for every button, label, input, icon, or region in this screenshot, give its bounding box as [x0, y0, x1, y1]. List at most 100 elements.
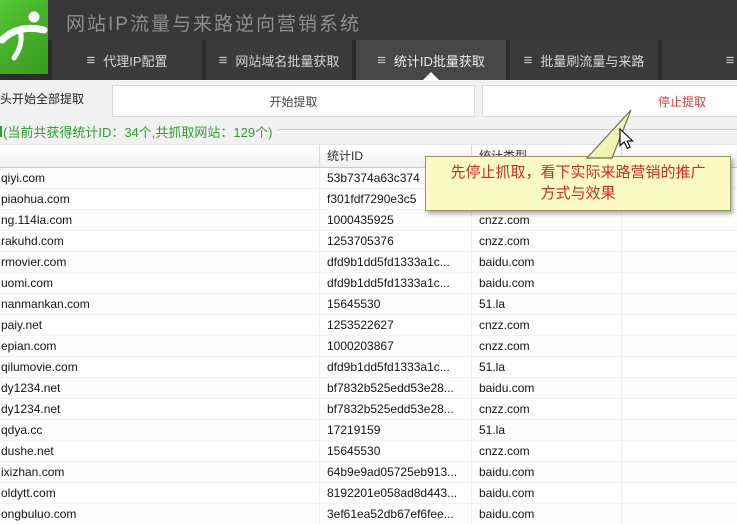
cell-extra [622, 336, 737, 356]
cell-domain: uomi.com [0, 273, 320, 293]
cell-stat-type: cnzz.com [472, 336, 622, 356]
clipped-text-fragment [0, 126, 2, 137]
cell-stat-type: cnzz.com [472, 315, 622, 335]
table-row[interactable]: ongbuluo.com 3ef61ea52db67ef6fee... baid… [0, 504, 737, 524]
tab-label: 统计ID批量获取 [394, 51, 485, 70]
cell-extra [622, 315, 737, 335]
table-row[interactable]: dushe.net 15645530 cnzz.com [0, 441, 737, 462]
cell-domain: piaohua.com [0, 189, 320, 209]
cell-stat-type: cnzz.com [472, 399, 622, 419]
cell-extra [622, 357, 737, 377]
cell-stat-type: baidu.com [472, 483, 622, 503]
hamburger-icon: ≡ [86, 53, 95, 68]
column-header-domain[interactable] [0, 145, 320, 167]
table-row[interactable]: ng.114la.com 1000435925 cnzz.com [0, 210, 737, 231]
cell-domain: paiy.net [0, 315, 320, 335]
hamburger-icon: ≡ [377, 53, 386, 68]
cell-stat-id: dfd9b1dd5fd1333a1c... [320, 252, 472, 272]
cell-stat-id: dfd9b1dd5fd1333a1c... [320, 357, 472, 377]
cell-stat-id: 15645530 [320, 294, 472, 314]
table-row[interactable]: dy1234.net bf7832b525edd53e28... baidu.c… [0, 378, 737, 399]
start-extract-button[interactable]: 开始提取 [112, 85, 475, 117]
cell-stat-type: baidu.com [472, 462, 622, 482]
cell-stat-id: 1000435925 [320, 210, 472, 230]
cell-stat-type: cnzz.com [472, 231, 622, 251]
tab-label: 代理IP配置 [103, 51, 167, 70]
table-row[interactable]: paiy.net 1253522627 cnzz.com [0, 315, 737, 336]
cell-stat-type: baidu.com [472, 378, 622, 398]
cell-stat-type: baidu.com [472, 252, 622, 272]
table-row[interactable]: epian.com 1000203867 cnzz.com [0, 336, 737, 357]
cell-stat-id: 1253705376 [320, 231, 472, 251]
app-window: 网站IP流量与来路逆向营销系统 ≡ 代理IP配置 ≡ 网站域名批量获取 ≡ 统计… [0, 0, 737, 524]
tab-history[interactable]: ≡ 历史 [662, 40, 737, 80]
table-row[interactable]: dy1234.net bf7832b525edd53e28... cnzz.co… [0, 399, 737, 420]
cell-stat-id: 3ef61ea52db67ef6fee... [320, 504, 472, 524]
cell-domain: ongbuluo.com [0, 504, 320, 524]
cell-extra [622, 378, 737, 398]
table-row[interactable]: qdya.cc 17219159 51.la [0, 420, 737, 441]
cell-extra [622, 441, 737, 461]
cell-domain: rakuhd.com [0, 231, 320, 251]
cell-stat-id: bf7832b525edd53e28... [320, 378, 472, 398]
cell-domain: rmovier.com [0, 252, 320, 272]
cell-stat-id: 64b9e9ad05725eb913... [320, 462, 472, 482]
cell-domain: dy1234.net [0, 378, 320, 398]
tab-label: 批量刷流量与来路 [540, 51, 644, 70]
cell-stat-id: dfd9b1dd5fd1333a1c... [320, 273, 472, 293]
tab-stat-id-batch-fetch[interactable]: ≡ 统计ID批量获取 [356, 40, 506, 80]
stop-extract-button[interactable]: 停止提取 [482, 85, 737, 117]
hamburger-icon: ≡ [524, 53, 533, 68]
cell-stat-type: 51.la [472, 357, 622, 377]
cell-stat-id: 1000203867 [320, 336, 472, 356]
cell-stat-type: cnzz.com [472, 210, 622, 230]
app-logo [0, 0, 48, 74]
cell-stat-id: 17219159 [320, 420, 472, 440]
cell-domain: ixizhan.com [0, 462, 320, 482]
cell-stat-type: cnzz.com [472, 441, 622, 461]
restart-extract-label: 头开始全部提取 [0, 90, 84, 107]
cell-stat-id: 1253522627 [320, 315, 472, 335]
tab-bar: ≡ 代理IP配置 ≡ 网站域名批量获取 ≡ 统计ID批量获取 ≡ 批量刷流量与来… [0, 40, 737, 80]
cell-extra [622, 462, 737, 482]
tooltip-line1: 先停止抓取，看下实际来路营销的推广 [426, 162, 730, 183]
cell-domain: dy1234.net [0, 399, 320, 419]
groupbox-rule [277, 129, 737, 133]
table-row[interactable]: uomi.com dfd9b1dd5fd1333a1c... baidu.com [0, 273, 737, 294]
stop-extract-button-label: 停止提取 [658, 93, 706, 110]
start-extract-button-label: 开始提取 [269, 93, 317, 110]
cell-extra [622, 252, 737, 272]
cell-stat-type: baidu.com [472, 504, 622, 524]
table-row[interactable]: rakuhd.com 1253705376 cnzz.com [0, 231, 737, 252]
cell-extra [622, 231, 737, 251]
table-row[interactable]: nanmankan.com 15645530 51.la [0, 294, 737, 315]
cell-stat-type: 51.la [472, 294, 622, 314]
cell-domain: ng.114la.com [0, 210, 320, 230]
app-title: 网站IP流量与来路逆向营销系统 [66, 9, 361, 36]
cell-domain: nanmankan.com [0, 294, 320, 314]
hamburger-icon: ≡ [726, 53, 735, 68]
table-row[interactable]: ixizhan.com 64b9e9ad05725eb913... baidu.… [0, 462, 737, 483]
cell-domain: dushe.net [0, 441, 320, 461]
cell-extra [622, 483, 737, 503]
cell-domain: epian.com [0, 336, 320, 356]
cell-extra [622, 294, 737, 314]
hamburger-icon: ≡ [219, 53, 228, 68]
cell-extra [622, 504, 737, 524]
cell-stat-id: 15645530 [320, 441, 472, 461]
cell-domain: qilumovie.com [0, 357, 320, 377]
table-row[interactable]: oldytt.com 8192201e058ad8d443... baidu.c… [0, 483, 737, 504]
cell-extra [622, 273, 737, 293]
table-row[interactable]: rmovier.com dfd9b1dd5fd1333a1c... baidu.… [0, 252, 737, 273]
cell-stat-id: 8192201e058ad8d443... [320, 483, 472, 503]
callout-tooltip: 先停止抓取，看下实际来路营销的推广 方式与效果 [425, 156, 731, 211]
cell-domain: qdya.cc [0, 420, 320, 440]
tab-domain-batch-fetch[interactable]: ≡ 网站域名批量获取 [206, 40, 352, 80]
cell-stat-id: bf7832b525edd53e28... [320, 399, 472, 419]
tab-batch-traffic-referrer[interactable]: ≡ 批量刷流量与来路 [510, 40, 658, 80]
cell-stat-type: baidu.com [472, 273, 622, 293]
tooltip-line2: 方式与效果 [426, 183, 730, 204]
tab-proxy-ip-config[interactable]: ≡ 代理IP配置 [52, 40, 202, 80]
table-row[interactable]: qilumovie.com dfd9b1dd5fd1333a1c... 51.l… [0, 357, 737, 378]
cell-domain: oldytt.com [0, 483, 320, 503]
